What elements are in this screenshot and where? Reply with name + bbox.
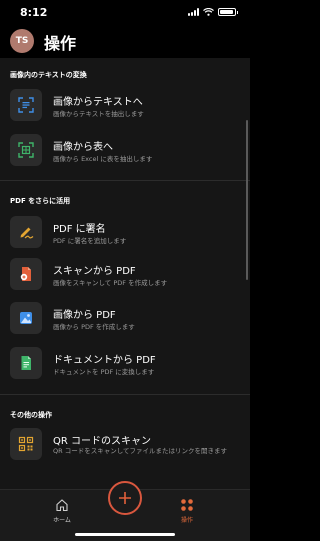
item-title: ドキュメントから PDF xyxy=(53,355,156,366)
pen-sign-icon xyxy=(10,216,42,248)
item-title: スキャンから PDF xyxy=(53,266,136,277)
status-time: 8:12 xyxy=(20,6,48,19)
section-divider xyxy=(0,394,250,395)
home-indicator xyxy=(75,533,175,536)
list-item-image-to-text[interactable]: 画像からテキストへ 画像からテキストを抽出します xyxy=(0,89,250,133)
header: TS 操作 xyxy=(0,28,250,54)
home-icon xyxy=(56,499,68,512)
qr-code-icon xyxy=(10,428,42,460)
section-divider xyxy=(0,180,250,181)
scan-table-icon xyxy=(10,134,42,166)
scrollbar[interactable] xyxy=(246,120,248,280)
section-title-pdf: PDF をさらに活用 xyxy=(10,197,71,205)
item-subtitle: ドキュメントを PDF に変換します xyxy=(53,368,155,376)
list-item-image-to-pdf[interactable]: 画像から PDF 画像から PDF を作成します xyxy=(0,302,250,346)
tab-bar: ホーム 操作 xyxy=(0,481,250,541)
item-title: QR コードのスキャン xyxy=(53,436,151,447)
scan-pdf-icon xyxy=(10,258,42,290)
item-subtitle: 画像をスキャンして PDF を作成します xyxy=(53,279,168,287)
scan-text-icon xyxy=(10,89,42,121)
item-subtitle: QR コードをスキャンしてファイルまたはリンクを開きます xyxy=(53,447,228,455)
plus-icon xyxy=(119,492,131,504)
tab-home-label: ホーム xyxy=(53,517,71,524)
item-title: PDF に署名 xyxy=(53,224,106,235)
section-title-image-text: 画像内のテキストの変換 xyxy=(10,71,87,79)
battery-icon xyxy=(218,8,238,16)
wifi-icon xyxy=(203,8,214,16)
item-subtitle: 画像から Excel に表を抽出します xyxy=(53,155,153,163)
create-button[interactable] xyxy=(108,481,142,515)
status-icons xyxy=(188,8,238,16)
avatar[interactable]: TS xyxy=(10,29,34,53)
list-item-document-to-pdf[interactable]: ドキュメントから PDF ドキュメントを PDF に変換します xyxy=(0,347,250,391)
item-title: 画像から表へ xyxy=(53,142,113,153)
section-title-other: その他の操作 xyxy=(10,411,52,419)
list-item-scan-to-pdf[interactable]: スキャンから PDF 画像をスキャンして PDF を作成します xyxy=(0,258,250,302)
item-title: 画像から PDF xyxy=(53,310,116,321)
list-item-qr-scan[interactable]: QR コードのスキャン QR コードをスキャンしてファイルまたはリンクを開きます xyxy=(0,428,250,472)
actions-grid-icon xyxy=(181,499,193,511)
item-subtitle: PDF に署名を追加します xyxy=(53,237,127,245)
item-subtitle: 画像から PDF を作成します xyxy=(53,323,135,331)
item-subtitle: 画像からテキストを抽出します xyxy=(53,110,144,118)
image-pdf-icon xyxy=(10,302,42,334)
item-title: 画像からテキストへ xyxy=(53,97,143,108)
tab-home[interactable]: ホーム xyxy=(45,496,79,524)
tab-actions-label: 操作 xyxy=(180,517,193,524)
status-bar: 8:12 xyxy=(0,0,250,26)
page-title: 操作 xyxy=(44,34,77,53)
actions-list: 画像内のテキストの変換 画像からテキストへ 画像からテキストを抽出します 画像か… xyxy=(0,58,250,489)
battery-level xyxy=(220,10,233,14)
list-item-sign-pdf[interactable]: PDF に署名 PDF に署名を追加します xyxy=(0,216,250,260)
cellular-signal-icon xyxy=(188,8,199,16)
document-pdf-icon xyxy=(10,347,42,379)
list-item-image-to-table[interactable]: 画像から表へ 画像から Excel に表を抽出します xyxy=(0,134,250,178)
tab-actions[interactable]: 操作 xyxy=(170,496,204,524)
